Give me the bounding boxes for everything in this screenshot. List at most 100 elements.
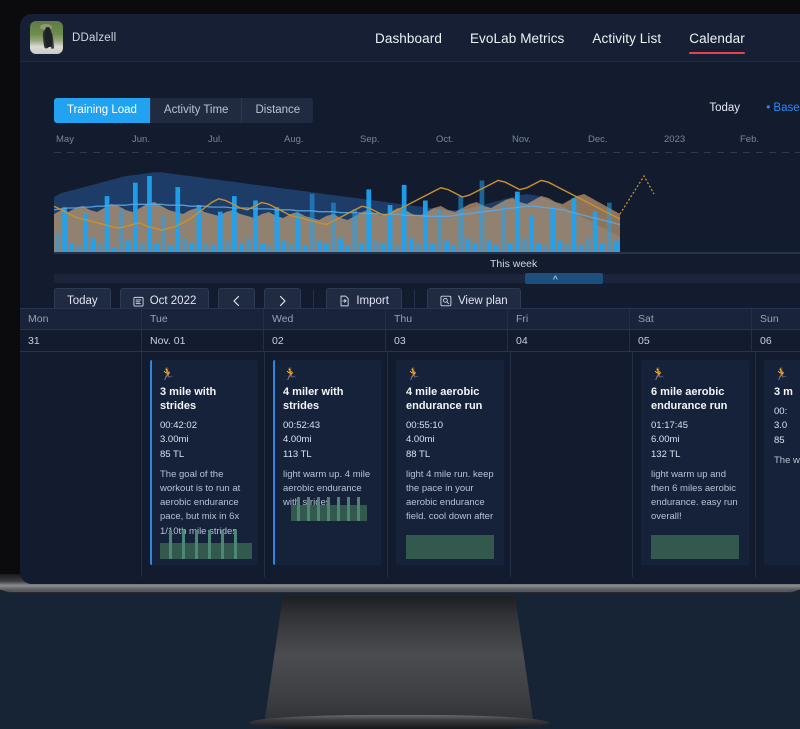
step-chart-svg bbox=[651, 535, 739, 559]
avatar[interactable] bbox=[30, 21, 63, 54]
date-label: 31 bbox=[28, 334, 40, 347]
nav-item-evolab-metrics[interactable]: EvoLab Metrics bbox=[470, 14, 564, 62]
workout-step-chart bbox=[283, 495, 373, 529]
workout-card[interactable]: 🏃 4 miler with strides 00:52:43 4.00mi 1… bbox=[273, 360, 381, 565]
nav-item-dashboard[interactable]: Dashboard bbox=[375, 14, 442, 62]
running-icon: 🏃 bbox=[160, 367, 175, 381]
date-cell-mon[interactable]: 31 bbox=[20, 330, 142, 351]
workout-card[interactable]: 🏃 4 mile aerobic endurance run 00:55:10 … bbox=[396, 360, 504, 565]
step-chart-svg bbox=[160, 530, 252, 559]
workout-step-chart bbox=[406, 533, 496, 559]
day-header-tue: Tue bbox=[142, 309, 264, 329]
workout-card[interactable]: 🏃 3 m 00: 3.0 85 The wo aer pac 1/10 bbox=[764, 360, 800, 565]
workout-distance: 3.0 bbox=[774, 420, 788, 432]
workout-load: 88 TL bbox=[406, 448, 431, 460]
day-header-fri: Fri bbox=[508, 309, 630, 329]
chart-plot-area[interactable] bbox=[54, 154, 800, 254]
day-header-sun: Sun bbox=[752, 309, 800, 329]
calendar-icon bbox=[133, 296, 144, 307]
workout-distance: 4.00mi bbox=[406, 434, 435, 446]
tab-distance[interactable]: Distance bbox=[242, 98, 313, 123]
top-bar: DDalzell Dashboard EvoLab Metrics Activi… bbox=[20, 14, 800, 62]
day-cell-thu[interactable]: 🏃 4 mile aerobic endurance run 00:55:10 … bbox=[388, 352, 511, 577]
calendar-workout-row: 🏃 3 mile with strides 00:42:02 3.00mi 85… bbox=[20, 352, 800, 577]
month-tick: Oct. bbox=[436, 134, 454, 145]
day-cell-wed[interactable]: 🏃 4 miler with strides 00:52:43 4.00mi 1… bbox=[265, 352, 388, 577]
workout-distance: 4.00mi bbox=[283, 434, 312, 446]
date-label: 04 bbox=[516, 334, 528, 347]
workout-description: light warm up and then 6 miles aerobic e… bbox=[651, 468, 738, 523]
dow-label: Fri bbox=[516, 313, 529, 325]
day-cell-tue[interactable]: 🏃 3 mile with strides 00:42:02 3.00mi 85… bbox=[142, 352, 265, 577]
month-tick: Aug. bbox=[284, 134, 304, 145]
step-chart-svg bbox=[291, 497, 367, 521]
tab-training-load[interactable]: Training Load bbox=[54, 98, 151, 123]
dow-label: Mon bbox=[28, 313, 49, 325]
workout-title: 3 m bbox=[774, 386, 793, 398]
nav-item-calendar[interactable]: Calendar bbox=[689, 14, 745, 62]
date-cell-sat[interactable]: 05 bbox=[630, 330, 752, 351]
dow-label: Sun bbox=[760, 313, 779, 325]
day-cell-mon[interactable] bbox=[20, 352, 142, 577]
monitor-stand bbox=[264, 596, 534, 726]
workout-duration: 00:52:43 bbox=[283, 419, 320, 431]
chart-metric-tabs: Training Load Activity Time Distance bbox=[54, 98, 314, 123]
today-button-label: Today bbox=[67, 295, 98, 307]
dow-label: Thu bbox=[394, 313, 413, 325]
workout-title: 3 mile with strides bbox=[160, 386, 217, 412]
date-label: 02 bbox=[272, 334, 284, 347]
this-week-label: This week bbox=[490, 258, 538, 270]
date-label: 05 bbox=[638, 334, 650, 347]
day-cell-sun[interactable]: 🏃 3 m 00: 3.0 85 The wo aer pac 1/10 bbox=[756, 352, 800, 577]
dow-label: Tue bbox=[150, 313, 168, 325]
running-icon: 🏃 bbox=[283, 367, 298, 381]
user-profile[interactable]: DDalzell bbox=[20, 21, 116, 54]
dow-label: Wed bbox=[272, 313, 294, 325]
chart-month-axis: May Jun. Jul. Aug. Sep. Oct. Nov. Dec. 2… bbox=[54, 134, 800, 152]
calendar-date-row: 31 Nov. 01 02 03 04 05 06 bbox=[20, 330, 800, 352]
workout-description: light 4 mile run. keep the pace in your … bbox=[406, 468, 494, 523]
running-icon: 🏃 bbox=[406, 367, 421, 381]
today-marker-label: Today bbox=[709, 102, 740, 114]
month-tick: Feb. bbox=[740, 134, 760, 145]
month-tick: Nov. bbox=[512, 134, 531, 145]
day-header-thu: Thu bbox=[386, 309, 508, 329]
nav-item-activity-list[interactable]: Activity List bbox=[592, 14, 661, 62]
month-tick: Sep. bbox=[360, 134, 380, 145]
workout-distance: 3.00mi bbox=[160, 434, 189, 446]
workout-title: 4 miler with strides bbox=[283, 386, 344, 412]
step-chart-svg bbox=[406, 535, 494, 559]
training-app: DDalzell Dashboard EvoLab Metrics Activi… bbox=[20, 14, 800, 584]
plan-search-icon bbox=[440, 295, 452, 307]
monitor-screen: DDalzell Dashboard EvoLab Metrics Activi… bbox=[20, 14, 800, 584]
day-header-sat: Sat bbox=[630, 309, 752, 329]
running-icon: 🏃 bbox=[774, 367, 789, 381]
training-load-chart-panel: Training Load Activity Time Distance Tod… bbox=[20, 62, 800, 286]
import-button-label: Import bbox=[356, 295, 389, 307]
date-cell-fri[interactable]: 04 bbox=[508, 330, 630, 351]
month-tick: Jun. bbox=[132, 134, 150, 145]
workout-load: 132 TL bbox=[651, 448, 681, 460]
date-cell-wed[interactable]: 02 bbox=[264, 330, 386, 351]
date-cell-tue[interactable]: Nov. 01 bbox=[142, 330, 264, 351]
workout-step-chart bbox=[160, 525, 252, 559]
date-label: Nov. 01 bbox=[150, 334, 186, 347]
calendar-grid: Mon Tue Wed Thu Fri Sat Sun 31 Nov. 01 0… bbox=[20, 308, 800, 584]
month-picker-label: Oct 2022 bbox=[149, 295, 197, 307]
date-label: 06 bbox=[760, 334, 772, 347]
workout-load: 85 TL bbox=[160, 448, 185, 460]
workout-duration: 00: bbox=[774, 405, 788, 417]
workout-step-chart bbox=[651, 533, 741, 559]
legend-base-fitness[interactable]: • Base Fitn bbox=[766, 102, 800, 114]
import-file-icon bbox=[339, 295, 350, 307]
day-cell-fri[interactable] bbox=[511, 352, 633, 577]
date-cell-thu[interactable]: 03 bbox=[386, 330, 508, 351]
chevron-left-icon bbox=[232, 295, 241, 307]
tab-activity-time[interactable]: Activity Time bbox=[151, 98, 243, 123]
day-cell-sat[interactable]: 🏃 6 mile aerobic endurance run 01:17:45 … bbox=[633, 352, 756, 577]
calendar-day-headers: Mon Tue Wed Thu Fri Sat Sun bbox=[20, 308, 800, 330]
workout-card[interactable]: 🏃 3 mile with strides 00:42:02 3.00mi 85… bbox=[150, 360, 258, 565]
date-cell-sun[interactable]: 06 bbox=[752, 330, 800, 351]
workout-card[interactable]: 🏃 6 mile aerobic endurance run 01:17:45 … bbox=[641, 360, 749, 565]
training-load-svg bbox=[54, 172, 655, 254]
